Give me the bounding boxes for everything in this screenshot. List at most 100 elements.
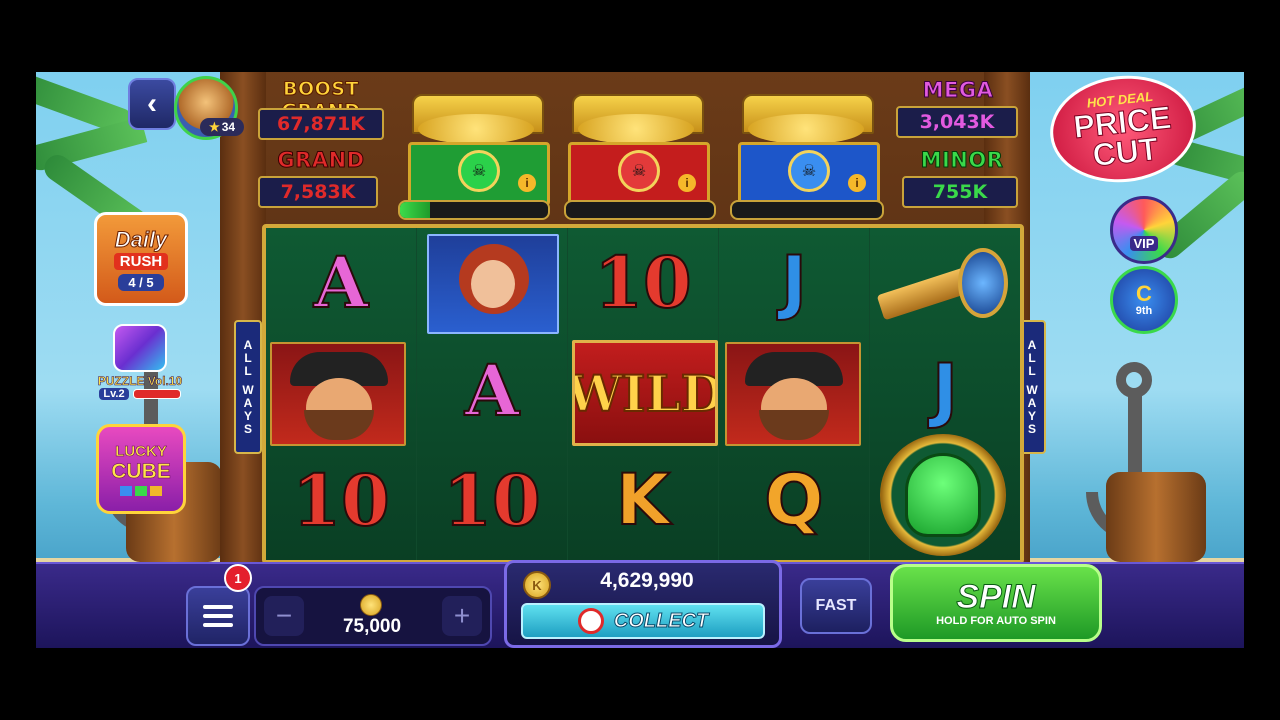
puzzle-button[interactable]: PUZZLE Vol.10 Lv.2 bbox=[92, 320, 188, 404]
hamburger-icon bbox=[203, 605, 233, 609]
symbol-text: A bbox=[313, 240, 369, 325]
lucky-cube-line2: CUBE bbox=[111, 459, 171, 483]
collect-button[interactable]: COLLECT bbox=[521, 603, 765, 639]
slot-game-screen: ‹ ★ 34 BOOST GRAND 67,871K GRAND 7,583K … bbox=[36, 72, 1244, 648]
puzzle-level: Lv.2 bbox=[99, 388, 129, 400]
rank-button[interactable]: C 9th bbox=[1110, 266, 1178, 334]
ways-letter: W bbox=[1026, 382, 1038, 397]
bet-amount: 75,000 bbox=[342, 616, 402, 637]
chest-red[interactable]: ☠ i bbox=[566, 94, 710, 206]
bet-decrease-button[interactable]: − bbox=[264, 596, 304, 636]
symbol-10: 10 bbox=[419, 446, 565, 554]
ways-letter: Y bbox=[1027, 408, 1036, 423]
coin-icon: K bbox=[523, 571, 551, 599]
ways-letter: S bbox=[1027, 421, 1036, 436]
lucky-cube-line1: LUCKY bbox=[115, 442, 167, 460]
ways-letter: A bbox=[243, 395, 253, 410]
promo-cut: CUT bbox=[1090, 130, 1160, 174]
pirate-captain-symbol bbox=[270, 342, 406, 446]
symbol-text: 10 bbox=[442, 458, 541, 543]
jackpot-mega-value: 3,043K bbox=[896, 106, 1018, 138]
meter-fill bbox=[400, 202, 430, 218]
reel-1: A 10 bbox=[266, 228, 416, 560]
spin-sublabel: HOLD FOR AUTO SPIN bbox=[936, 615, 1056, 627]
symbol-10: 10 bbox=[570, 228, 716, 336]
menu-button[interactable] bbox=[186, 586, 250, 646]
symbol-10: 10 bbox=[268, 446, 414, 554]
ways-letter: Y bbox=[243, 408, 252, 423]
chest-blue-meter bbox=[730, 200, 884, 220]
wild-text: WILD bbox=[572, 363, 718, 424]
symbol-text: Q bbox=[763, 458, 824, 542]
reel-5: J bbox=[870, 228, 1020, 560]
skull-gem-icon: ☠ bbox=[618, 150, 660, 192]
bet-panel: − 75,000 + bbox=[254, 586, 492, 646]
info-icon[interactable]: i bbox=[678, 174, 696, 192]
back-arrow-icon: ‹ bbox=[147, 87, 157, 120]
symbol-k: K bbox=[570, 446, 716, 554]
price-cut-promo-button[interactable]: HOT DEAL PRICE CUT bbox=[1044, 72, 1202, 190]
ways-letter: L bbox=[1028, 363, 1036, 378]
fast-button[interactable]: FAST bbox=[800, 578, 872, 634]
chest-blue[interactable]: ☠ i bbox=[736, 94, 880, 206]
daily-rush-progress: 4 / 5 bbox=[118, 274, 164, 291]
jackpot-grand-value: 7,583K bbox=[258, 176, 378, 208]
lucky-cube-button[interactable]: LUCKY CUBE bbox=[96, 424, 186, 514]
spin-button[interactable]: SPIN HOLD FOR AUTO SPIN bbox=[890, 564, 1102, 642]
info-icon[interactable]: i bbox=[848, 174, 866, 192]
bet-increase-button[interactable]: + bbox=[442, 596, 482, 636]
ways-letter: L bbox=[244, 363, 252, 378]
jackpot-minor-label: MINOR bbox=[920, 148, 1004, 173]
jackpot-grand-label: GRAND bbox=[277, 148, 365, 173]
puzzle-label: PUZZLE Vol.10 bbox=[97, 374, 183, 389]
reel-3: 10 WILD K bbox=[568, 228, 718, 560]
symbol-a: A bbox=[268, 228, 414, 336]
reel-grid: A 10 A 10 10 WILD K J Q J bbox=[262, 224, 1024, 564]
skull-coin-symbol bbox=[880, 434, 1006, 556]
jackpot-boost-grand-value: 67,871K bbox=[258, 108, 384, 140]
ways-letter: S bbox=[243, 421, 252, 436]
jackpot-minor-value: 755K bbox=[902, 176, 1018, 208]
ways-letter: W bbox=[242, 382, 254, 397]
spyglass-symbol bbox=[870, 238, 1016, 334]
symbol-text: J bbox=[780, 240, 808, 324]
reel-2: A 10 bbox=[417, 228, 567, 560]
symbol-j: J bbox=[721, 228, 867, 336]
rank-label: 9th bbox=[1135, 305, 1153, 317]
info-icon[interactable]: i bbox=[518, 174, 536, 192]
ways-letter: A bbox=[1027, 337, 1037, 352]
symbol-text: A bbox=[464, 348, 520, 433]
ways-letter: L bbox=[244, 350, 252, 365]
notification-badge: 1 bbox=[224, 564, 252, 592]
bet-coin-icon bbox=[360, 594, 382, 616]
daily-rush-subtitle: RUSH bbox=[113, 253, 169, 270]
symbol-q: Q bbox=[721, 446, 867, 554]
symbol-text: K bbox=[615, 458, 671, 542]
chest-green[interactable]: ☠ i bbox=[406, 94, 550, 206]
all-ways-banner-left: ALLWAYS bbox=[234, 320, 262, 454]
ways-letter: L bbox=[1028, 350, 1036, 365]
back-button[interactable]: ‹ bbox=[128, 78, 176, 130]
pirate-lady-symbol bbox=[427, 234, 559, 334]
daily-rush-button[interactable]: Daily RUSH 4 / 5 bbox=[94, 212, 188, 306]
symbol-j: J bbox=[872, 336, 1018, 444]
pirate-captain-symbol bbox=[725, 342, 861, 446]
puzzle-progress-bar bbox=[132, 389, 181, 399]
coin-balance: 4,629,990 bbox=[600, 569, 694, 592]
player-level-badge: ★ 34 bbox=[200, 118, 244, 136]
spin-label: SPIN bbox=[956, 578, 1036, 616]
star-icon: ★ bbox=[208, 120, 220, 134]
collect-label: COLLECT bbox=[613, 609, 709, 632]
bottom-control-bar: 1 − 75,000 + K 4,629,990 COLLECT FAST SP… bbox=[36, 560, 1244, 648]
chest-green-meter bbox=[398, 200, 550, 220]
ways-letter: A bbox=[1027, 395, 1037, 410]
symbol-text: 10 bbox=[593, 240, 692, 325]
vip-button[interactable]: VIP bbox=[1110, 196, 1178, 264]
reel-4: J Q bbox=[719, 228, 869, 560]
wild-symbol: WILD bbox=[572, 340, 718, 446]
symbol-a: A bbox=[419, 336, 565, 444]
symbol-text: J bbox=[931, 348, 959, 432]
barrel-right-icon bbox=[1106, 472, 1206, 562]
skull-gem-icon: ☠ bbox=[458, 150, 500, 192]
daily-rush-title: Daily bbox=[114, 227, 168, 253]
